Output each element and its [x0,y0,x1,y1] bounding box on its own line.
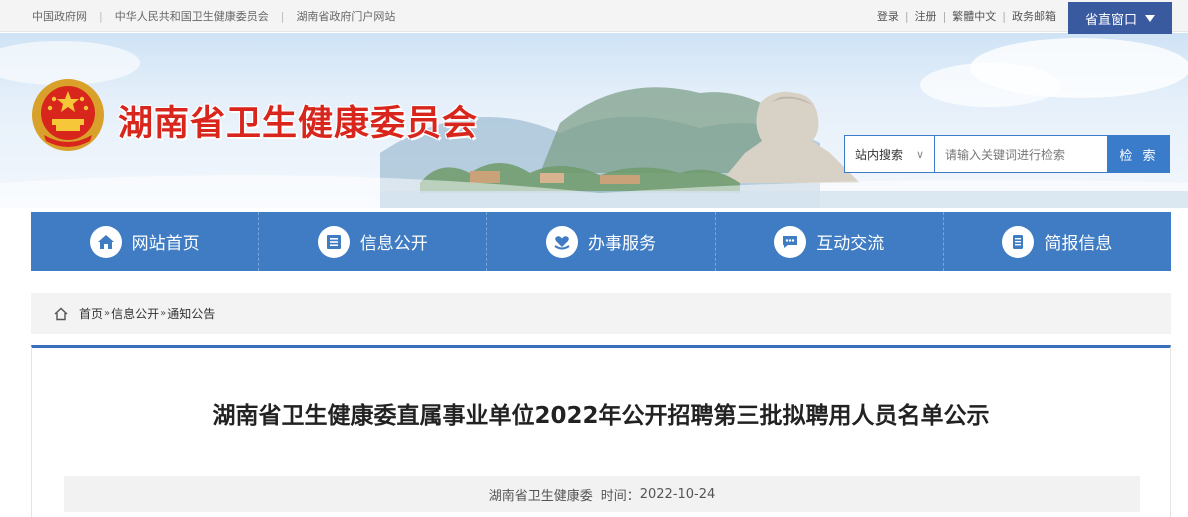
nav-item-briefing[interactable]: 简报信息 [944,212,1171,271]
search-input[interactable]: 请输入关键词进行检索 [934,135,1108,173]
province-window-dropdown[interactable]: 省直窗口 [1068,2,1172,34]
breadcrumb-home[interactable]: 首页 [79,305,103,322]
breadcrumb-info-disclosure[interactable]: 信息公开 [111,305,159,322]
top-bar: 中国政府网 | 中华人民共和国卫生健康委员会 | 湖南省政府门户网站 登录 | … [0,0,1188,34]
divider: | [99,9,103,23]
breadcrumb: 首页 » 信息公开 » 通知公告 [31,293,1171,334]
link-nhc[interactable]: 中华人民共和国卫生健康委员会 [115,8,269,24]
chevron-down-icon: ∨ [915,147,924,161]
divider: | [904,9,909,23]
report-icon [1002,225,1035,258]
site-title: 湖南省卫生健康委员会 [118,104,479,144]
province-window-label: 省直窗口 [1084,12,1137,28]
search-bar: 站内搜索 ∨ 请输入关键词进行检索 检 索 [844,135,1170,173]
header-banner: 湖南省卫生健康委员会 站内搜索 ∨ 请输入关键词进行检索 检 索 [0,33,1188,208]
article-source: 湖南省卫生健康委 [488,488,593,504]
breadcrumb-separator: » [104,308,111,319]
caret-down-icon [1145,14,1155,22]
search-scope-label: 站内搜索 [855,147,904,162]
breadcrumb-separator: » [160,308,167,319]
nav-label: 办事服务 [588,234,656,254]
divider: | [1002,9,1006,23]
nav-item-home[interactable]: 网站首页 [31,212,260,271]
nav-label: 互动交流 [816,234,885,254]
search-scope-select[interactable]: 站内搜索 ∨ [844,135,934,173]
article-panel: 湖南省卫生健康委直属事业单位2022年公开招聘第三批拟聘用人员名单公示 湖南省卫… [31,345,1171,517]
main-nav: 网站首页 信息公开 办事服务 互动交流 简报信息 [31,212,1171,271]
register-link[interactable]: 注册 [915,8,937,24]
article-meta: 湖南省卫生健康委 时间： 2022-10-24 [64,476,1140,512]
breadcrumb-notices[interactable]: 通知公告 [167,305,215,322]
home-icon[interactable] [53,306,69,322]
nav-label: 简报信息 [1044,234,1113,254]
nav-item-info-disclosure[interactable]: 信息公开 [259,212,488,271]
article-title: 湖南省卫生健康委直属事业单位2022年公开招聘第三批拟聘用人员名单公示 [212,403,990,429]
nav-label: 信息公开 [359,234,428,254]
heart-hands-icon [546,225,578,258]
nav-item-interaction[interactable]: 互动交流 [716,212,944,271]
national-emblem-icon [32,79,104,151]
home-icon [89,225,122,258]
link-gov-cn[interactable]: 中国政府网 [32,8,87,24]
external-links: 中国政府网 | 中华人民共和国卫生健康委员会 | 湖南省政府门户网站 [32,0,395,32]
link-hunan-portal[interactable]: 湖南省政府门户网站 [296,8,395,24]
article-time-label: 时间： [600,488,640,504]
nav-item-services[interactable]: 办事服务 [487,212,716,271]
user-links: 登录 | 注册 | 繁體中文 | 政务邮箱 [877,0,1056,32]
divider: | [942,9,947,23]
article-time: 2022-10-24 [639,486,716,502]
search-placeholder: 请输入关键词进行检索 [945,147,1066,162]
gov-mail-link[interactable]: 政务邮箱 [1012,8,1056,24]
login-link[interactable]: 登录 [877,8,899,24]
divider: | [280,9,285,23]
chat-icon [774,225,807,258]
document-icon [317,225,350,258]
traditional-chinese-link[interactable]: 繁體中文 [952,8,996,24]
nav-label: 网站首页 [131,234,200,254]
search-button[interactable]: 检 索 [1108,135,1170,173]
